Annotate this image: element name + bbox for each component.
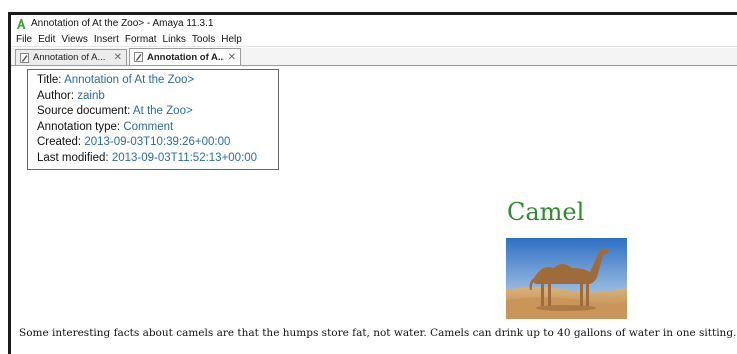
author-label: Author:	[37, 89, 75, 102]
title-value[interactable]: Annotation of At the Zoo>	[64, 74, 194, 86]
menu-help[interactable]: Help	[218, 34, 245, 45]
document-view[interactable]: Title: Annotation of At the Zoo> Author:…	[11, 67, 737, 354]
menu-tools[interactable]: Tools	[189, 34, 218, 45]
document-paragraph: Some interesting facts about camels are …	[19, 327, 737, 339]
camel-photo	[506, 238, 627, 319]
modified-value[interactable]: 2013-09-03T11:52:13+00:00	[112, 152, 257, 164]
annotation-metadata-panel: Title: Annotation of At the Zoo> Author:…	[27, 69, 279, 170]
tab-annotation-1[interactable]: Annotation of A... ✕	[15, 49, 127, 65]
document-pen-icon	[134, 52, 143, 62]
tab-label: Annotation of A...	[33, 52, 106, 63]
annotation-type-row: Annotation type: Comment	[37, 120, 278, 136]
created-value[interactable]: 2013-09-03T10:39:26+00:00	[84, 136, 230, 148]
type-label: Annotation type:	[37, 120, 121, 133]
menu-bar: File Edit Views Insert Format Links Tool…	[11, 32, 737, 47]
menu-edit[interactable]: Edit	[35, 34, 58, 45]
app-window: Annotation of At the Zoo> - Amaya 11.3.1…	[8, 12, 737, 354]
source-label: Source document:	[37, 105, 131, 118]
document-pen-icon	[20, 52, 29, 63]
title-bar: Annotation of At the Zoo> - Amaya 11.3.1	[11, 15, 737, 32]
menu-insert[interactable]: Insert	[91, 34, 122, 45]
menu-views[interactable]: Views	[58, 34, 91, 45]
close-icon[interactable]: ✕	[114, 52, 122, 63]
menu-file[interactable]: File	[13, 34, 35, 45]
title-label: Title:	[37, 74, 62, 86]
tab-bar: Annotation of A... ✕ Annotation of A... …	[11, 48, 737, 66]
annotation-title-row: Title: Annotation of At the Zoo>	[37, 73, 278, 89]
menu-format[interactable]: Format	[122, 34, 160, 45]
annotation-created-row: Created: 2013-09-03T10:39:26+00:00	[37, 135, 278, 151]
tab-label: Annotation of A...	[147, 51, 224, 63]
window-title: Annotation of At the Zoo> - Amaya 11.3.1	[31, 18, 214, 29]
annotation-modified-row: Last modified: 2013-09-03T11:52:13+00:00	[37, 151, 278, 167]
annotation-source-row: Source document: At the Zoo>	[37, 104, 278, 120]
type-value[interactable]: Comment	[123, 121, 173, 133]
menu-links[interactable]: Links	[160, 34, 189, 45]
author-value[interactable]: zainb	[77, 90, 105, 102]
document-heading: Camel	[507, 198, 585, 226]
annotation-author-row: Author: zainb	[37, 89, 278, 105]
created-label: Created:	[37, 136, 82, 149]
amaya-app-icon	[17, 18, 26, 29]
source-document-link[interactable]: At the Zoo>	[133, 105, 193, 117]
modified-label: Last modified:	[37, 151, 109, 164]
tab-annotation-2[interactable]: Annotation of A... ✕	[129, 48, 241, 65]
close-icon[interactable]: ✕	[228, 52, 236, 63]
